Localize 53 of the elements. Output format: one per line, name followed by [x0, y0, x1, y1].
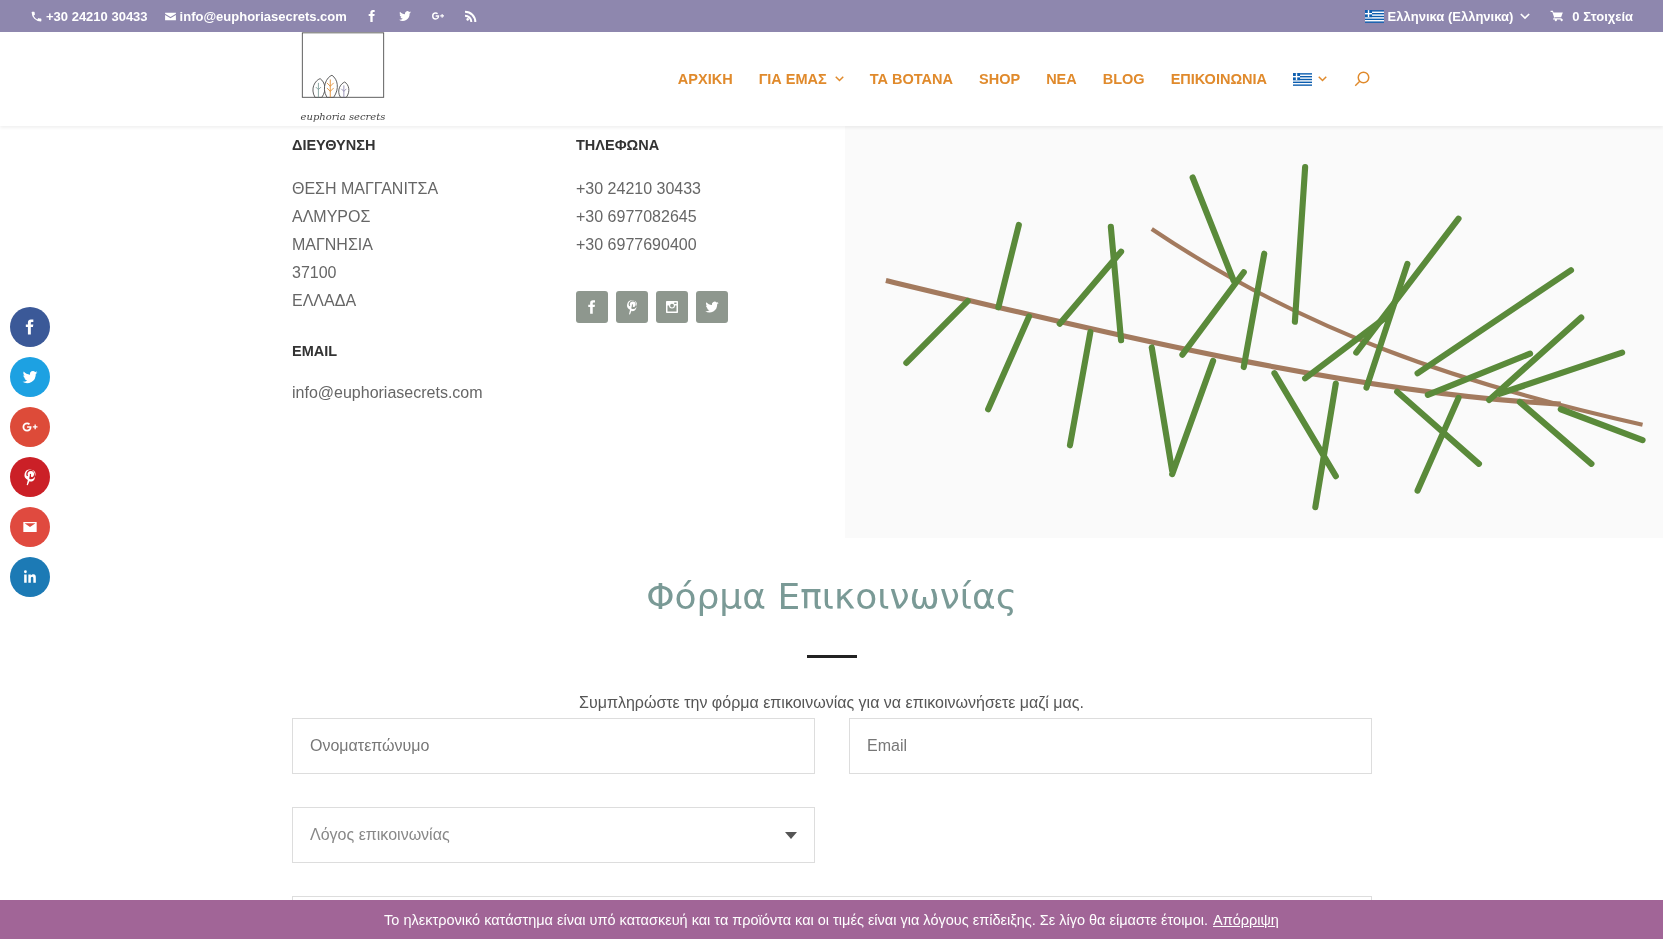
phone-number[interactable]: +30 24210 30433 [46, 8, 148, 24]
chevron-icon [834, 76, 844, 82]
dismiss-link[interactable]: Απόρριψη [1213, 911, 1279, 928]
cart-icon [1550, 9, 1565, 23]
rss-icon[interactable] [462, 8, 479, 24]
address-line: ΑΛΜΥΡΟΣ [292, 207, 372, 227]
phone-number: +30 24210 30433 [576, 179, 702, 199]
facebook-button[interactable] [576, 291, 608, 323]
logo-text: euphoria secrets [300, 111, 386, 122]
chevron-icon [1520, 12, 1531, 20]
caret-icon [785, 831, 797, 839]
language-selector[interactable]: Ελληνικα (Ελληνικα) [1387, 8, 1514, 24]
linkedin-share-button[interactable] [10, 557, 50, 597]
googleplus-share-button[interactable] [10, 407, 50, 447]
email-share-button[interactable] [10, 507, 50, 547]
instagram-button[interactable] [656, 291, 688, 323]
instagram-icon [663, 298, 681, 316]
nav-link[interactable]: ΑΡΧΙΚΗ [677, 71, 733, 87]
input-field[interactable]: Ονοματεπώνυμο [292, 718, 815, 774]
greek-flag-icon [1364, 9, 1384, 23]
form-intro: Συμπληρώστε την φόρμα επικοινωνίας για να επικοινωνήσετε μαζί μας. [579, 694, 1084, 712]
nav-link[interactable]: ΤΑ ΒΟΤΑΝΑ [869, 71, 954, 87]
email-heading: EMAIL [292, 343, 339, 361]
email-link[interactable]: info@euphoriasecrets.com [179, 8, 347, 24]
select-field[interactable]: Λόγος επικοινωνίας [292, 807, 815, 863]
notice-text: Το ηλεκτρονικό κατάστημα είναι υπό κατασκευή και τα προϊόντα και οι τιμές είναι για λόγους επίδειξης. Σε λίγο θα είμαστε έτοιμοι. [384, 911, 1209, 928]
nav-link[interactable]: ΕΠΙΚΟΙΝΩΝΙΑ [1170, 71, 1267, 87]
form-title: Φόρμα Επικοινωνίας [646, 576, 1017, 617]
pinterest-share-button[interactable] [10, 457, 50, 497]
address-line: ΕΛΛΑΔΑ [292, 291, 358, 311]
nav-link[interactable]: BLOG [1102, 71, 1145, 87]
address-line: ΜΑΓΝΗΣΙΑ [292, 235, 374, 255]
email-address: info@euphoriasecrets.com [292, 383, 484, 403]
address-heading: ΔΙΕΥΘΥΝΣΗ [292, 137, 377, 155]
greek-flag-icon[interactable] [1293, 72, 1312, 86]
logo[interactable]: euphoria secrets [294, 32, 392, 122]
facebook-share-button[interactable] [10, 307, 50, 347]
input-field[interactable]: Email [849, 718, 1372, 774]
address-line: 37100 [292, 263, 338, 283]
search-icon[interactable] [1353, 70, 1371, 88]
twitter-button[interactable] [696, 291, 728, 323]
chevron-icon[interactable] [1318, 76, 1327, 82]
twitter-share-button[interactable] [10, 357, 50, 397]
nav-link[interactable]: SHOP [979, 71, 1021, 87]
cart-link[interactable]: 0 Στοιχεία [1572, 8, 1633, 24]
address-line: ΘΕΣΗ ΜΑΓΓΑΝΙΤΣΑ [292, 179, 440, 199]
nav-link[interactable]: ΝΕΑ [1046, 71, 1077, 87]
phones-heading: ΤΗΛΕΦΩΝΑ [576, 137, 661, 155]
pinterest-button[interactable] [616, 291, 648, 323]
nav-link[interactable]: ΓΙΑ ΕΜΑΣ [758, 71, 844, 87]
phone-number: +30 6977082645 [576, 207, 698, 227]
phone-number: +30 6977690400 [576, 235, 698, 255]
phone-icon [30, 9, 43, 23]
